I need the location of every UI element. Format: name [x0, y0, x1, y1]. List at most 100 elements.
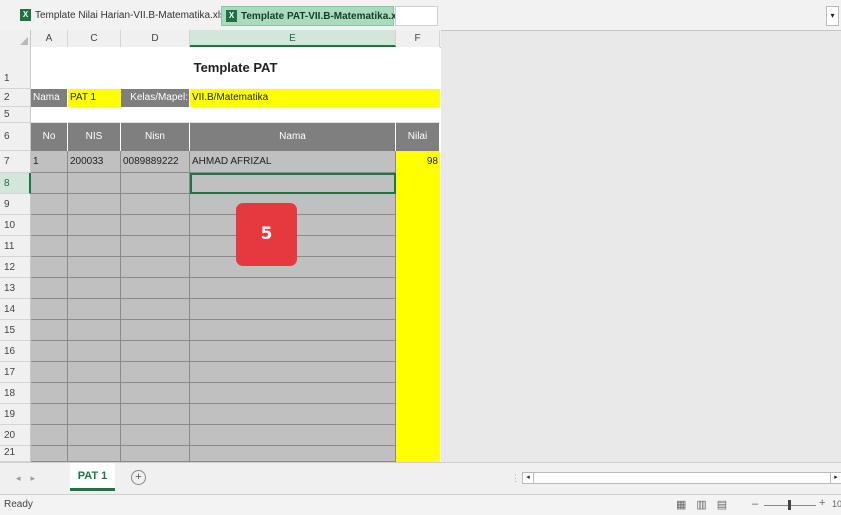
header-nisn-cell[interactable]: Nisn — [121, 123, 190, 151]
row-header-17[interactable]: 17 — [0, 362, 31, 383]
column-header-f[interactable]: F — [396, 30, 440, 47]
empty-cell[interactable] — [396, 446, 440, 462]
empty-cell[interactable] — [68, 278, 121, 299]
active-cell[interactable] — [190, 173, 396, 194]
empty-cell[interactable] — [121, 383, 190, 404]
row-header-10[interactable]: 10 — [0, 215, 31, 236]
new-tab-area[interactable] — [395, 6, 438, 26]
empty-cell[interactable] — [396, 341, 440, 362]
empty-cell[interactable] — [31, 341, 68, 362]
row-header-5[interactable]: 5 — [0, 107, 31, 123]
empty-cell[interactable] — [121, 299, 190, 320]
column-header-e[interactable]: E — [190, 30, 396, 47]
row-header-12[interactable]: 12 — [0, 257, 31, 278]
empty-cell[interactable] — [121, 404, 190, 425]
nama-value-cell[interactable]: PAT 1 — [68, 89, 121, 107]
kelas-label-cell[interactable]: Kelas/Mapel: — [121, 89, 190, 107]
empty-cell[interactable] — [31, 446, 68, 462]
empty-cell[interactable] — [31, 173, 68, 194]
empty-cell[interactable] — [121, 278, 190, 299]
empty-cell[interactable] — [68, 257, 121, 278]
empty-cell[interactable] — [121, 257, 190, 278]
empty-cell[interactable] — [396, 257, 440, 278]
nama-label-cell[interactable]: Nama — [31, 89, 68, 107]
empty-cell[interactable] — [31, 215, 68, 236]
empty-cell[interactable] — [190, 278, 396, 299]
empty-cell[interactable] — [31, 257, 68, 278]
empty-cell[interactable] — [68, 446, 121, 462]
empty-cell[interactable] — [121, 215, 190, 236]
empty-cell[interactable] — [396, 320, 440, 341]
empty-cell[interactable] — [396, 236, 440, 257]
empty-cell[interactable] — [396, 278, 440, 299]
row-header-8[interactable]: 8 — [0, 173, 31, 194]
row-header-2[interactable]: 2 — [0, 89, 31, 107]
empty-cell[interactable] — [190, 404, 396, 425]
empty-cell[interactable] — [190, 299, 396, 320]
scroll-right-icon[interactable]: ▸ — [830, 473, 841, 483]
record-no-cell[interactable]: 1 — [31, 151, 68, 173]
empty-cell[interactable] — [121, 362, 190, 383]
row-header-7[interactable]: 7 — [0, 151, 31, 173]
empty-cell[interactable] — [31, 404, 68, 425]
split-handle-icon[interactable]: ⋮ — [511, 473, 520, 484]
add-sheet-icon[interactable]: + — [131, 470, 146, 485]
record-nama-cell[interactable]: AHMAD AFRIZAL — [190, 151, 396, 173]
empty-cell[interactable] — [68, 320, 121, 341]
empty-cell[interactable] — [190, 446, 396, 462]
row-header-14[interactable]: 14 — [0, 299, 31, 320]
header-nama-cell[interactable]: Nama — [190, 123, 396, 151]
tab-nilai-harian[interactable]: X Template Nilai Harian-VII.B-Matematika.… — [16, 6, 237, 26]
empty-cell[interactable] — [121, 446, 190, 462]
empty-cell[interactable] — [68, 404, 121, 425]
empty-cell[interactable] — [396, 299, 440, 320]
tab-overflow-dropdown-icon[interactable]: ▾ — [826, 6, 839, 26]
sheet-nav-arrows-icon[interactable]: ◂▸ — [16, 473, 45, 484]
row-header-19[interactable]: 19 — [0, 404, 31, 425]
select-all-corner[interactable] — [0, 30, 31, 47]
empty-cell[interactable] — [121, 173, 190, 194]
column-header-c[interactable]: C — [68, 30, 121, 47]
header-no-cell[interactable]: No — [31, 123, 68, 151]
kelas-value-cell[interactable]: VII.B/Matematika — [190, 89, 440, 107]
empty-cell[interactable] — [190, 320, 396, 341]
zoom-in-icon[interactable]: + — [819, 497, 825, 509]
empty-cell[interactable] — [31, 362, 68, 383]
sheet-tab-pat1[interactable]: PAT 1 — [70, 463, 115, 491]
row-header-21[interactable]: 21 — [0, 446, 31, 462]
empty-cell[interactable] — [121, 194, 190, 215]
empty-cell[interactable] — [31, 278, 68, 299]
empty-cell[interactable] — [396, 215, 440, 236]
row-header-15[interactable]: 15 — [0, 320, 31, 341]
row-header-20[interactable]: 20 — [0, 425, 31, 446]
empty-cell[interactable] — [68, 362, 121, 383]
view-mode-icons[interactable]: ▦▥▤ — [676, 498, 737, 511]
empty-cell[interactable] — [396, 404, 440, 425]
empty-row-cell[interactable] — [31, 107, 440, 123]
empty-cell[interactable] — [121, 425, 190, 446]
zoom-out-icon[interactable]: – — [752, 498, 758, 510]
empty-cell[interactable] — [396, 194, 440, 215]
empty-cell[interactable] — [121, 341, 190, 362]
empty-cell[interactable] — [396, 362, 440, 383]
tab-template-pat[interactable]: XTemplate PAT-VII.B-Matematika.xlsx *× — [221, 6, 427, 26]
header-nis-cell[interactable]: NIS — [68, 123, 121, 151]
empty-cell[interactable] — [68, 194, 121, 215]
empty-cell[interactable] — [121, 236, 190, 257]
empty-cell[interactable] — [396, 173, 440, 194]
empty-cell[interactable] — [31, 236, 68, 257]
row-header-11[interactable]: 11 — [0, 236, 31, 257]
row-header-18[interactable]: 18 — [0, 383, 31, 404]
empty-cell[interactable] — [396, 383, 440, 404]
header-nilai-cell[interactable]: Nilai — [396, 123, 440, 151]
empty-cell[interactable] — [68, 173, 121, 194]
empty-cell[interactable] — [68, 425, 121, 446]
row-header-9[interactable]: 9 — [0, 194, 31, 215]
row-header-13[interactable]: 13 — [0, 278, 31, 299]
horizontal-scrollbar[interactable]: ◂ ▸ — [522, 472, 841, 484]
column-header-d[interactable]: D — [121, 30, 190, 47]
zoom-slider-thumb[interactable] — [788, 500, 791, 510]
empty-cell[interactable] — [190, 341, 396, 362]
empty-cell[interactable] — [31, 425, 68, 446]
row-header-16[interactable]: 16 — [0, 341, 31, 362]
